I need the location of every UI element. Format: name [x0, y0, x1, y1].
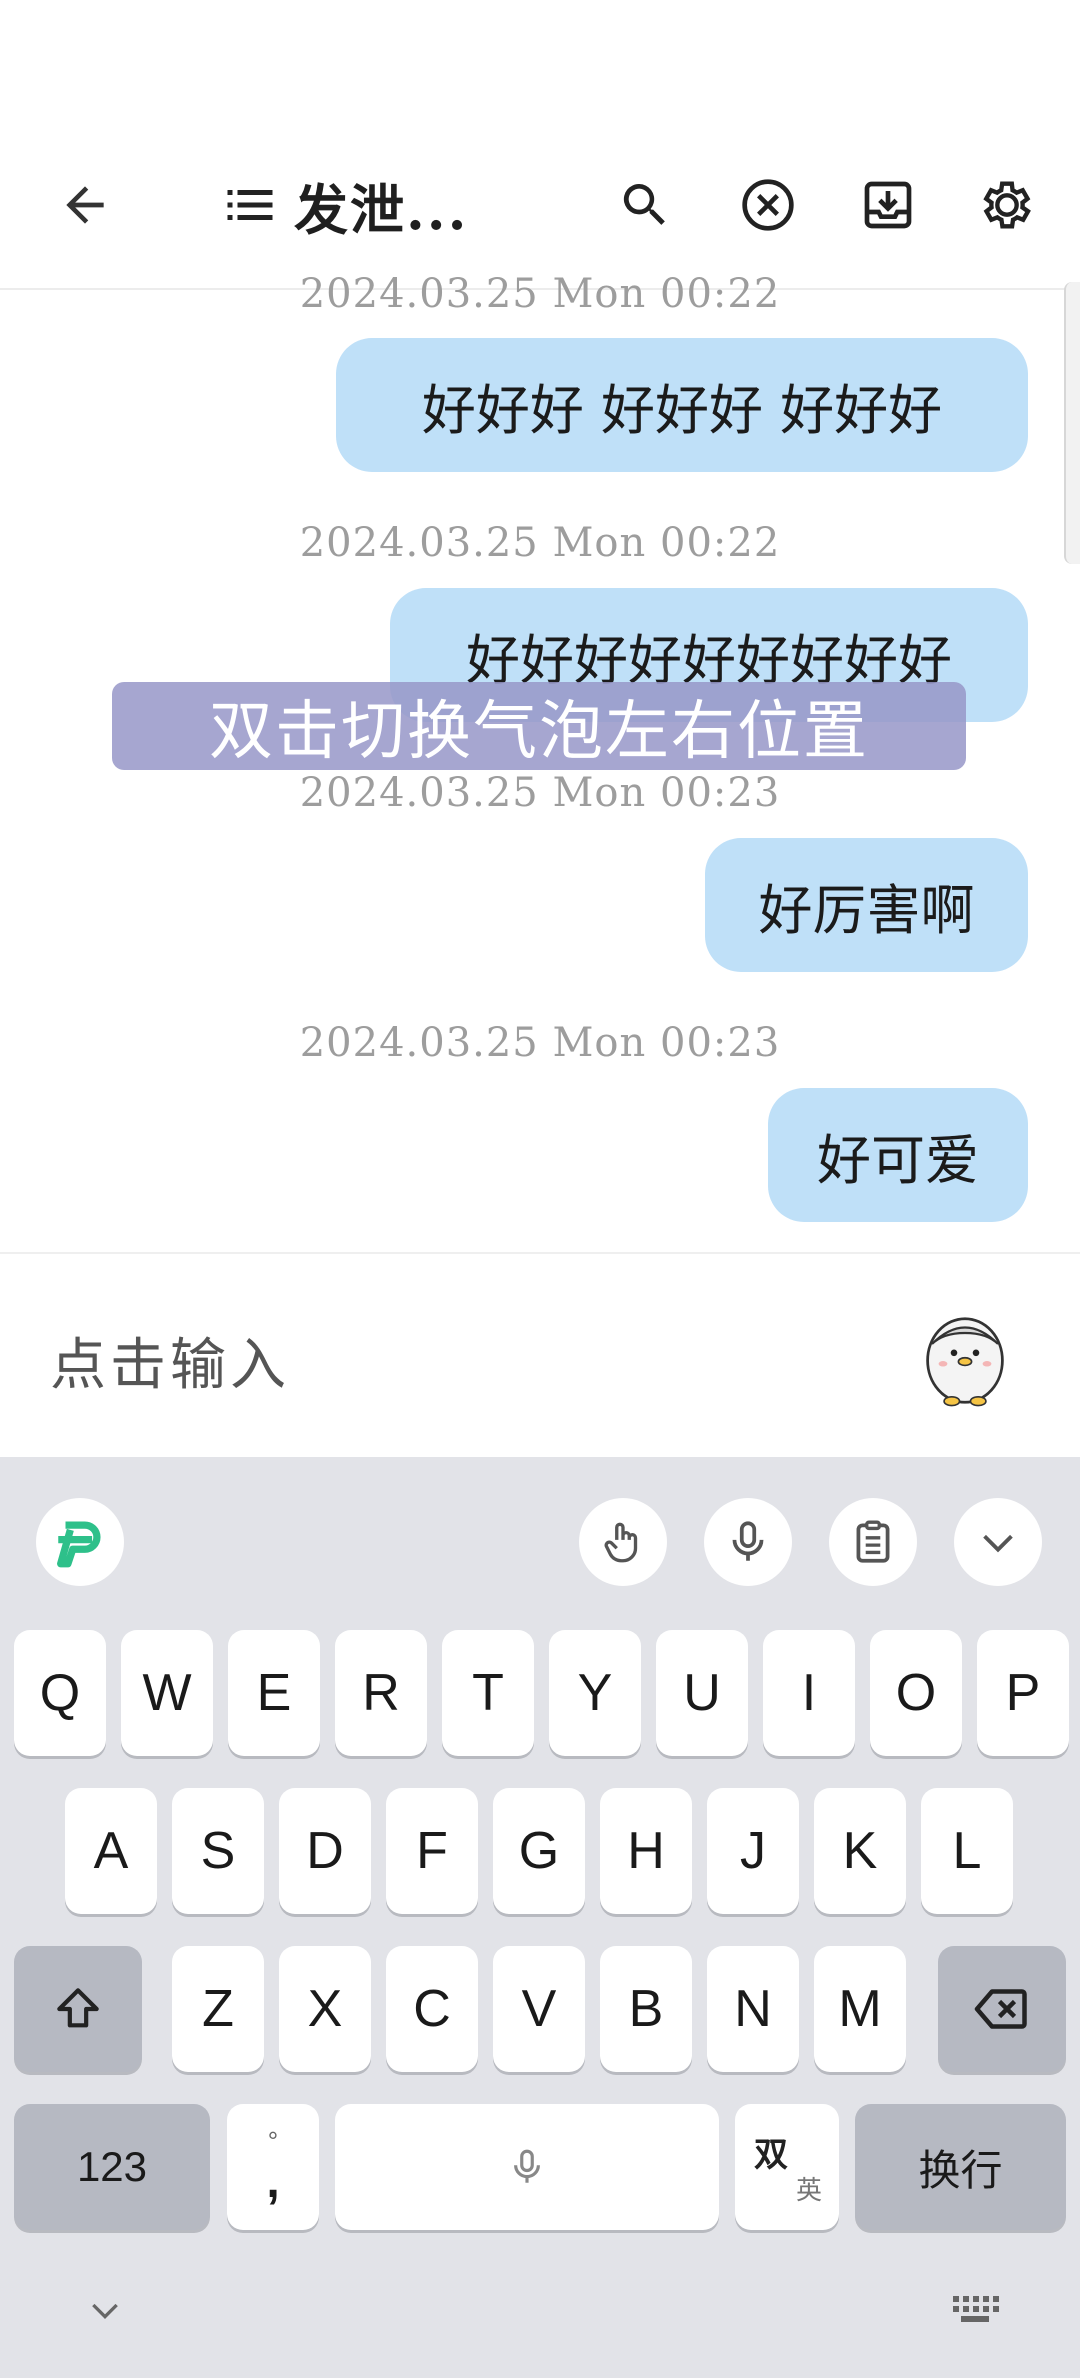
key-x[interactable]: X	[279, 1946, 371, 2072]
key-v[interactable]: V	[493, 1946, 585, 2072]
key-b[interactable]: B	[600, 1946, 692, 2072]
punctuation-key[interactable]: ° ,	[227, 2104, 319, 2230]
search-icon	[623, 184, 665, 225]
ime-logo-button[interactable]	[36, 1498, 124, 1586]
chevron-down-icon	[92, 2303, 118, 2320]
language-primary: 双	[754, 2136, 788, 2174]
key-z[interactable]: Z	[172, 1946, 264, 2072]
number-switch-key[interactable]: 123	[14, 2104, 210, 2230]
back-button[interactable]	[50, 170, 120, 240]
backspace-icon	[974, 1989, 1027, 2029]
overlay-tip: 双击切换气泡左右位置	[112, 682, 966, 770]
message-timestamp: 2024.03.25 Mon 00:22	[299, 520, 781, 566]
message-timestamp: 2024.03.25 Mon 00:23	[299, 770, 781, 816]
key-k[interactable]: K	[814, 1788, 906, 1914]
message-bubble[interactable]: 好可爱	[768, 1088, 1028, 1222]
list-icon	[227, 190, 273, 220]
back-arrow-icon	[66, 186, 104, 224]
key-a[interactable]: A	[65, 1788, 157, 1914]
message-bubble[interactable]: 好厉害啊	[705, 838, 1028, 972]
input-placeholder: 点击输入	[50, 1333, 290, 1398]
clipboard-icon	[856, 1520, 890, 1563]
save-button[interactable]	[853, 170, 923, 240]
gesture-button[interactable]	[579, 1498, 667, 1586]
key-w[interactable]: W	[121, 1630, 213, 1756]
enter-key[interactable]: 换行	[855, 2104, 1066, 2230]
clipboard-button[interactable]	[829, 1498, 917, 1586]
key-p[interactable]: P	[977, 1630, 1069, 1756]
collapse-keyboard-button[interactable]	[954, 1498, 1042, 1586]
key-y[interactable]: Y	[549, 1630, 641, 1756]
page-title: 发泄...	[294, 177, 469, 242]
chevron-down-icon	[983, 1534, 1013, 1553]
key-o[interactable]: O	[870, 1630, 962, 1756]
keyboard-switch-button[interactable]	[945, 2285, 1005, 2335]
microphone-icon	[514, 2149, 540, 2183]
keyboard	[0, 1457, 1080, 2378]
key-e[interactable]: E	[228, 1630, 320, 1756]
language-switch-glyph: 双 英	[752, 2127, 822, 2207]
hand-icon	[604, 1522, 638, 1563]
message-bubble[interactable]: 好好好 好好好 好好好	[336, 338, 1028, 472]
voice-button[interactable]	[704, 1498, 792, 1586]
key-i[interactable]: I	[763, 1630, 855, 1756]
language-switch-key[interactable]: 双 英	[735, 2104, 839, 2230]
key-h[interactable]: H	[600, 1788, 692, 1914]
key-q[interactable]: Q	[14, 1630, 106, 1756]
chat-title-area[interactable]: 发泄...	[220, 170, 468, 242]
key-g[interactable]: G	[493, 1788, 585, 1914]
key-f[interactable]: F	[386, 1788, 478, 1914]
clear-button[interactable]	[733, 170, 803, 240]
key-s[interactable]: S	[172, 1788, 264, 1914]
space-key[interactable]	[335, 2104, 719, 2230]
hide-keyboard-button[interactable]	[80, 2285, 130, 2335]
key-m[interactable]: M	[814, 1946, 906, 2072]
key-n[interactable]: N	[707, 1946, 799, 2072]
key-r[interactable]: R	[335, 1630, 427, 1756]
close-circle-icon	[742, 179, 794, 231]
search-button[interactable]	[610, 170, 680, 240]
shift-icon	[57, 1988, 99, 2028]
language-secondary: 英	[795, 2175, 822, 2205]
key-t[interactable]: T	[442, 1630, 534, 1756]
key-l[interactable]: L	[921, 1788, 1013, 1914]
key-u[interactable]: U	[656, 1630, 748, 1756]
backspace-key[interactable]	[938, 1946, 1066, 2072]
keyboard-icon	[953, 2296, 999, 2322]
penguin-sticker-icon	[926, 1317, 1004, 1407]
microphone-icon	[732, 1521, 764, 1561]
punctuation-secondary: °	[267, 2126, 279, 2156]
message-timestamp: 2024.03.25 Mon 00:22	[299, 272, 781, 316]
key-j[interactable]: J	[707, 1788, 799, 1914]
key-c[interactable]: C	[386, 1946, 478, 2072]
shift-key[interactable]	[14, 1946, 142, 2072]
settings-button[interactable]	[972, 170, 1042, 240]
ime-logo-icon	[57, 1521, 101, 1568]
penguin-sticker-button[interactable]	[910, 1300, 1020, 1410]
message-timestamp: 2024.03.25 Mon 00:23	[299, 1020, 781, 1066]
download-icon	[864, 181, 912, 229]
gear-icon	[983, 181, 1031, 229]
top-bar	[0, 0, 1080, 290]
punctuation-primary: ,	[266, 2155, 280, 2208]
key-d[interactable]: D	[279, 1788, 371, 1914]
